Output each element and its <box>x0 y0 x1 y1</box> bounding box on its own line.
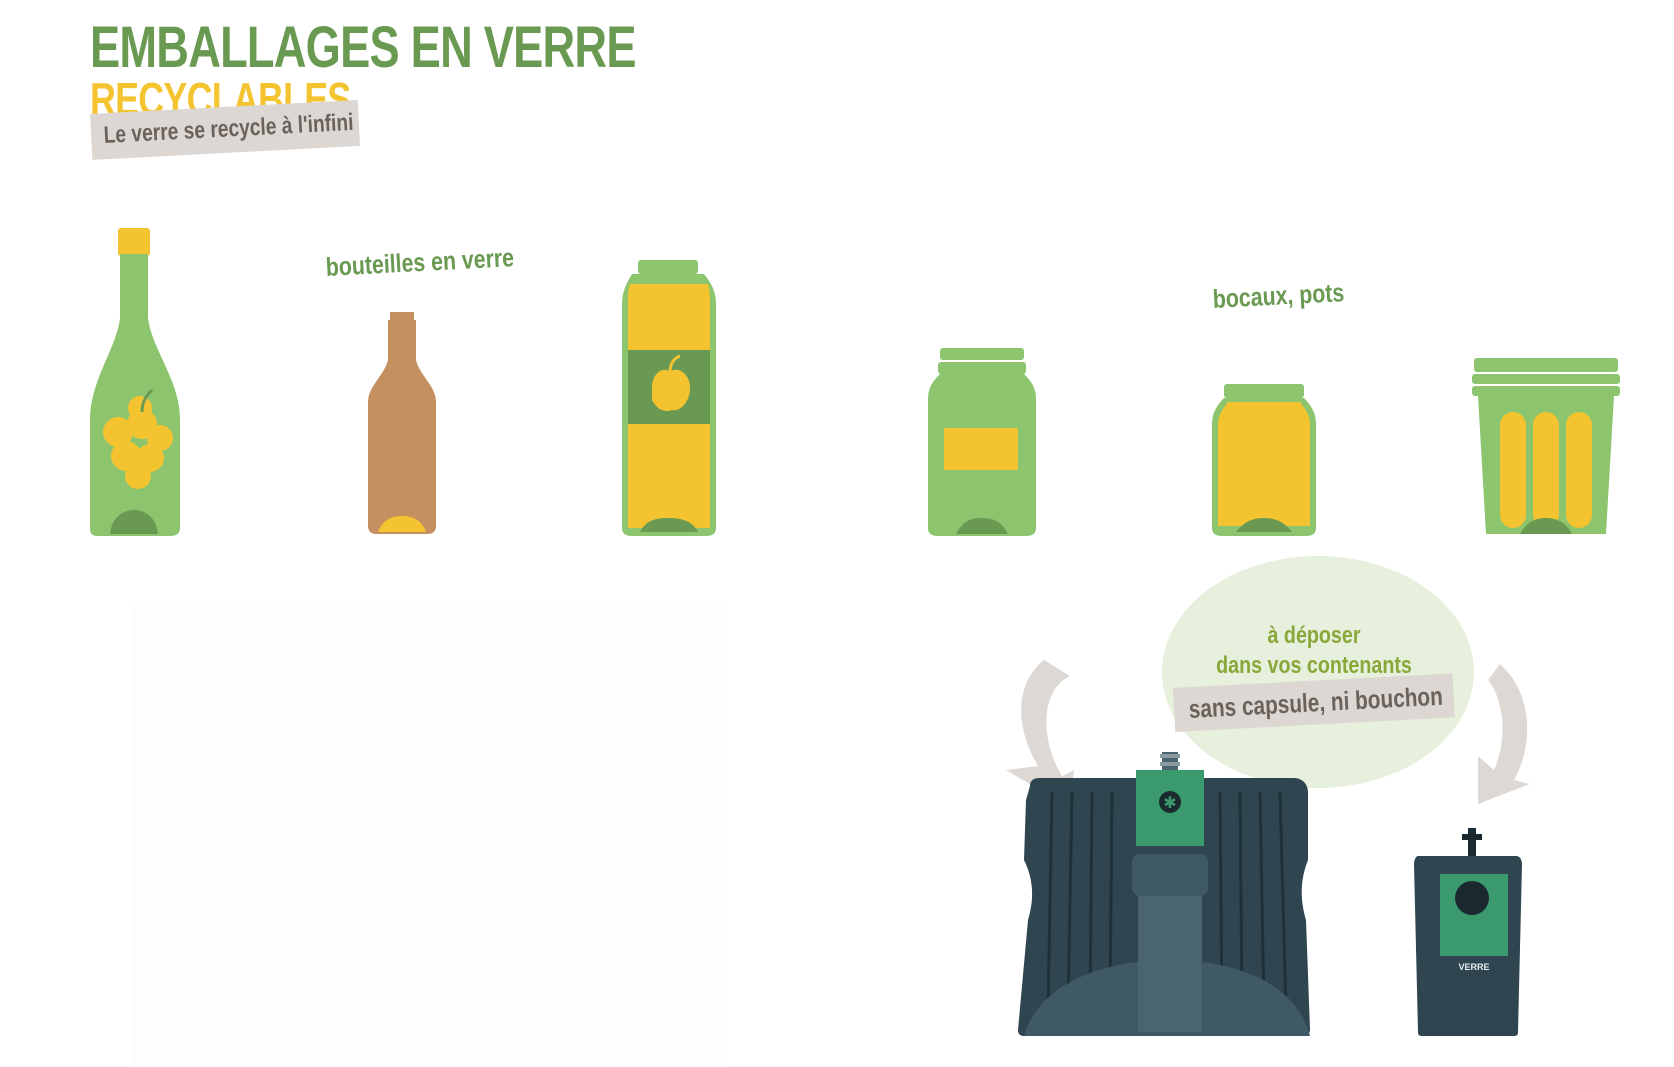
juice-bottle-icon <box>622 260 716 536</box>
glass-bin-icon <box>1414 828 1522 1036</box>
beer-bottle-icon <box>368 312 436 534</box>
glass-container-icon: ✱ <box>1018 752 1310 1036</box>
honey-jar-icon <box>1212 384 1316 536</box>
illustration-layer: ✱ <box>90 228 1620 1036</box>
pot-icon <box>1472 358 1620 534</box>
jar-icon <box>928 348 1036 536</box>
bin-label: VERRE <box>1458 962 1490 972</box>
deposit-line-1: à déposer <box>1267 622 1361 649</box>
wine-bottle-icon <box>90 228 180 536</box>
arrow-icon <box>1478 664 1530 804</box>
svg-text:✱: ✱ <box>1163 793 1176 812</box>
